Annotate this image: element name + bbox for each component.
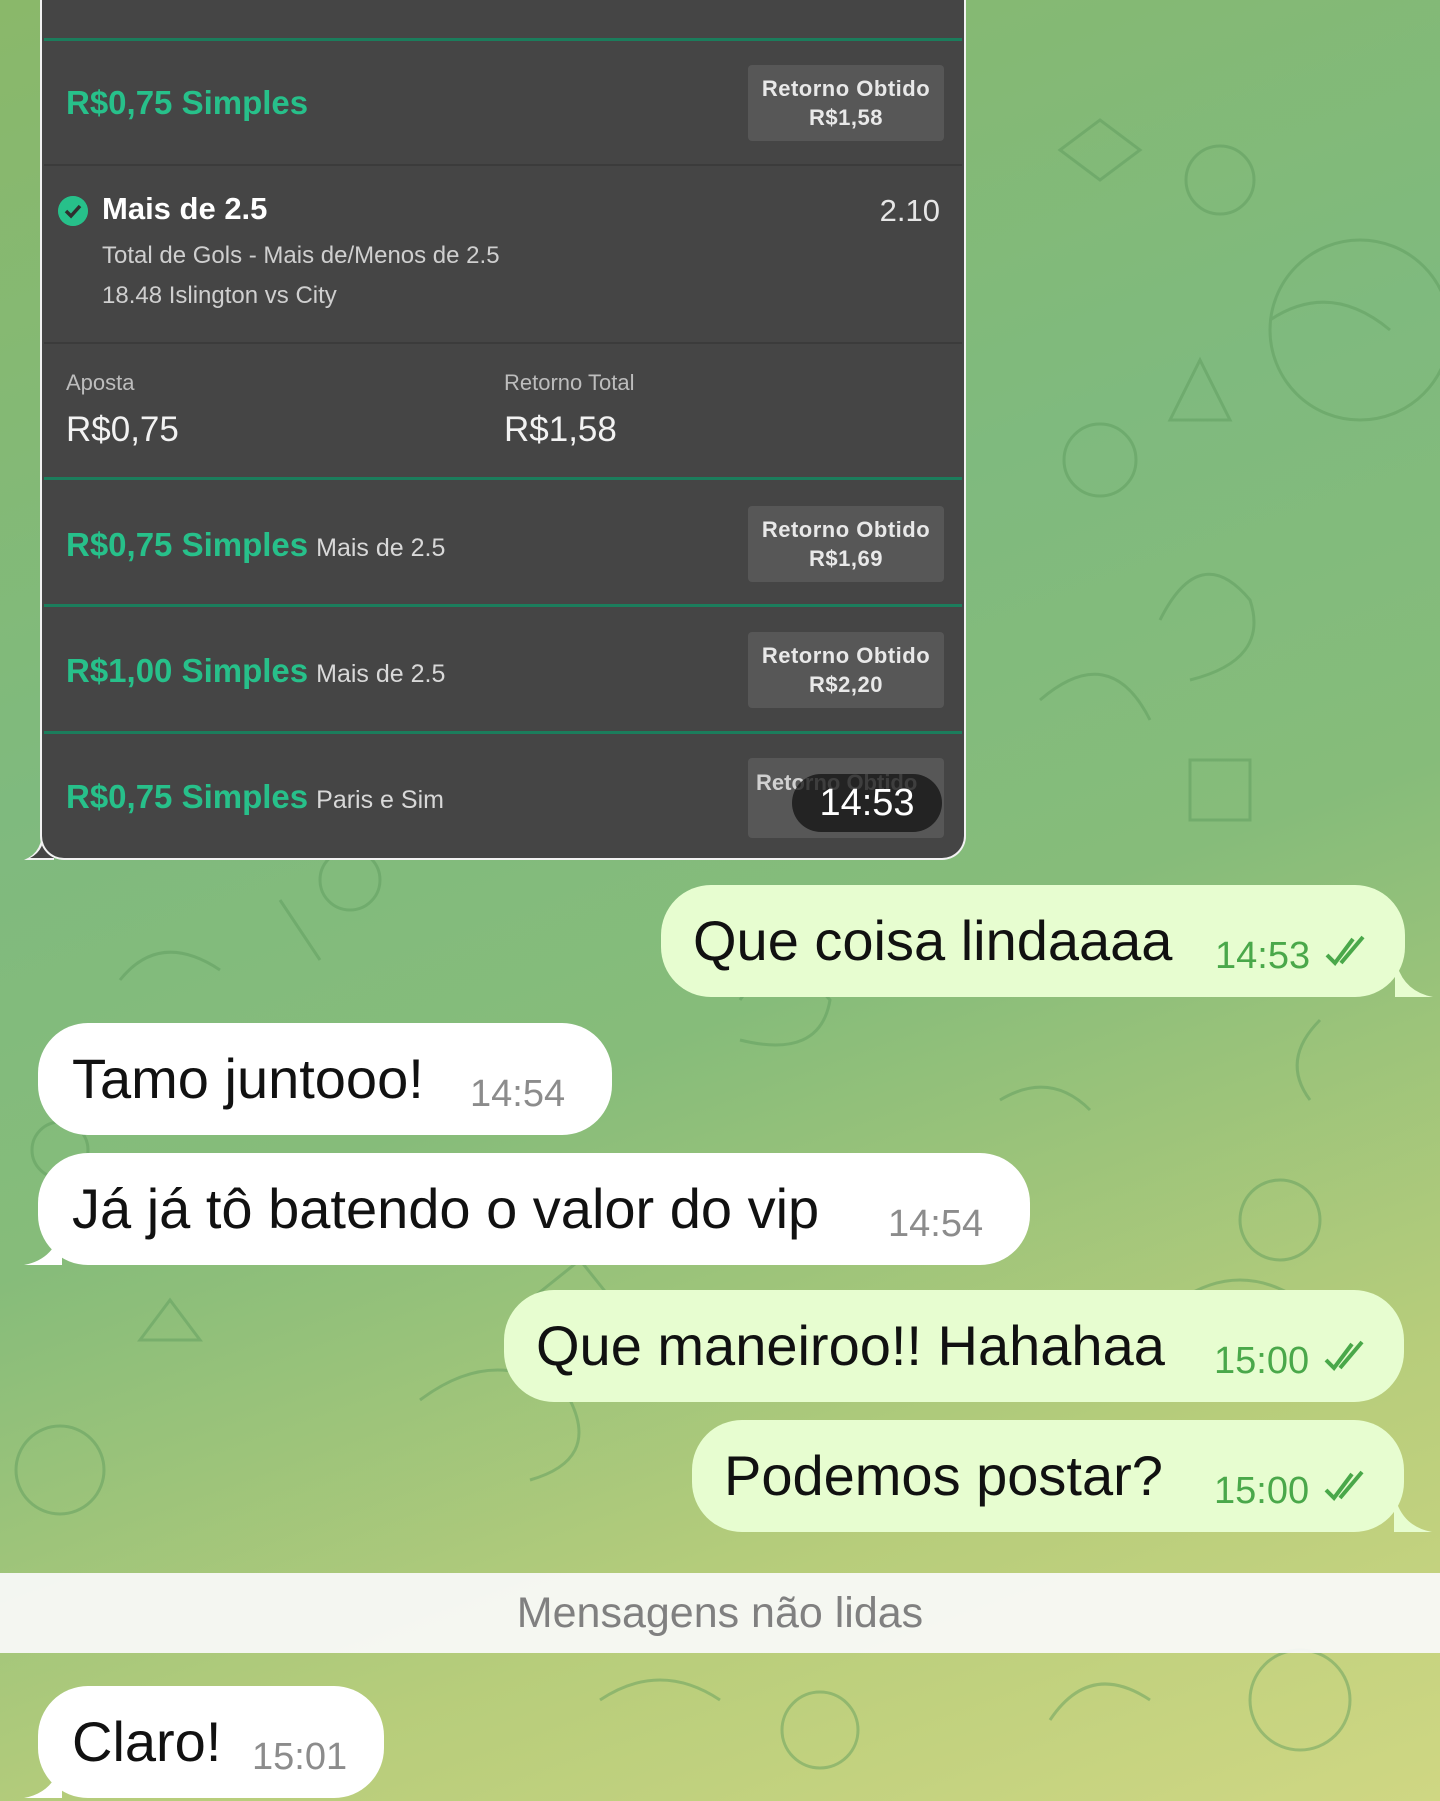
bet-title: R$1,00 Simples Mais de 2.5 [66,652,446,689]
message-text: Claro! [72,1710,222,1773]
return-box: Retorno Obtido R$1,69 [748,506,944,582]
double-check-icon [1324,1340,1364,1372]
incoming-message[interactable]: Já já tô batendo o valor do vip 14:54 [38,1153,1030,1265]
total-return-value: R$1,58 [504,410,617,449]
stake-value: R$0,75 [66,410,179,449]
incoming-message[interactable]: Claro! 15:01 [38,1686,384,1798]
message-text: Que maneiroo!! Hahahaa [536,1314,1165,1377]
message-tail [1394,1492,1432,1532]
message-tail [1395,957,1433,997]
return-box: Retorno Obtido R$2,20 [748,632,944,708]
message-time: 14:54 [888,1203,984,1245]
divider [44,164,962,166]
outgoing-message[interactable]: Que coisa lindaaaa 14:53 [661,885,1405,997]
divider [44,731,962,734]
return-value: R$2,20 [809,672,883,697]
bet-title: R$0,75 Simples Paris e Sim [66,778,444,815]
bet-screenshot: R$0,75 Simples Retorno Obtido R$1,58 Mai… [44,0,962,858]
check-circle-icon [58,196,88,226]
double-check-icon [1324,1470,1364,1502]
message-text: Tamo juntooo! [72,1047,424,1110]
return-box: Retorno Obtido R$1,58 [748,65,944,141]
message-time: 15:00 [1214,1470,1310,1512]
outgoing-message[interactable]: Podemos postar? 15:00 [692,1420,1404,1532]
incoming-message[interactable]: Tamo juntooo! 14:54 [38,1023,612,1135]
message-text: Podemos postar? [724,1444,1163,1507]
selection-odds: 2.10 [879,193,940,228]
message-tail [24,1758,62,1798]
bet-title: R$0,75 Simples Mais de 2.5 [66,526,446,563]
bet-screenshot-message[interactable]: R$0,75 Simples Retorno Obtido R$1,58 Mai… [40,0,966,860]
image-timestamp: 14:53 [792,774,942,832]
message-text: Já já tô batendo o valor do vip [72,1177,820,1240]
selection-name: Mais de 2.5 [102,191,268,226]
message-time: 14:54 [470,1073,566,1115]
return-label: Retorno Obtido [761,517,931,542]
return-label: Retorno Obtido [761,643,931,668]
message-text: Que coisa lindaaaa [693,909,1173,972]
double-check-icon [1325,935,1365,967]
message-time: 15:01 [252,1736,348,1778]
divider [44,38,962,41]
message-tail [24,1225,62,1265]
outgoing-message[interactable]: Que maneiroo!! Hahahaa 15:00 [504,1290,1404,1402]
selection-event: 18.48 Islington vs City [102,282,337,309]
divider [44,342,962,344]
total-return-label: Retorno Total [504,370,635,395]
return-value: R$1,69 [809,546,883,571]
stake-label: Aposta [66,370,135,395]
message-time: 15:00 [1214,1340,1310,1382]
bet-title: R$0,75 Simples [66,84,309,121]
message-time: 14:53 [1215,935,1311,977]
return-value: R$1,58 [809,105,883,130]
return-label: Retorno Obtido [761,76,931,101]
divider [44,477,962,480]
selection-market: Total de Gols - Mais de/Menos de 2.5 [102,242,500,269]
unread-messages-divider: Mensagens não lidas [0,1573,1440,1653]
divider [44,604,962,607]
